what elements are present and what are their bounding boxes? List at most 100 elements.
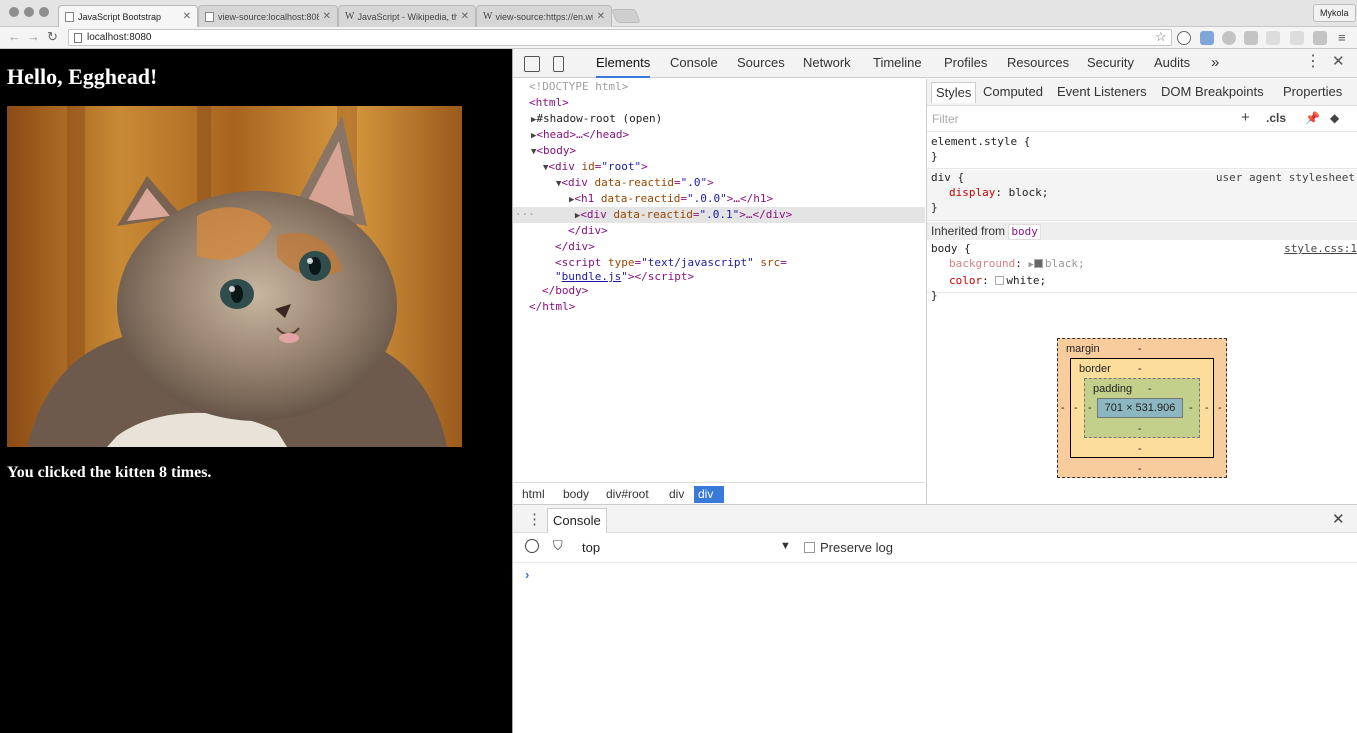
bookmark-star-icon[interactable]: ☆ bbox=[1155, 29, 1167, 45]
tab-console[interactable]: Console bbox=[670, 49, 718, 78]
dom-selected-div[interactable]: ··· ▶<div data-reactid=".0.1">…</div> bbox=[513, 207, 925, 223]
div-rule[interactable]: div { user agent stylesheet display: blo… bbox=[927, 170, 1357, 221]
reload-icon[interactable]: ↻ bbox=[47, 30, 58, 44]
dom-h1[interactable]: ▶<h1 data-reactid=".0.0">…</h1> bbox=[569, 191, 773, 207]
close-window-icon[interactable] bbox=[9, 7, 19, 17]
context-dropdown-icon[interactable]: ▼ bbox=[780, 540, 791, 552]
dom-root-div[interactable]: ▼<div id="root"> bbox=[543, 159, 648, 175]
breadcrumb-html[interactable]: html bbox=[518, 486, 549, 503]
device-mode-icon[interactable] bbox=[553, 56, 564, 72]
console-prompt[interactable]: › bbox=[525, 567, 529, 582]
customize-menu-icon[interactable]: ⋮ bbox=[1305, 54, 1321, 70]
menu-icon[interactable]: ≡ bbox=[1338, 31, 1346, 44]
zoom-window-icon[interactable] bbox=[39, 7, 49, 17]
close-devtools-icon[interactable]: ✕ bbox=[1332, 54, 1345, 70]
close-tab-icon[interactable]: ✕ bbox=[461, 11, 469, 22]
border-bottom-value: - bbox=[1138, 443, 1142, 455]
styles-filter-input[interactable]: Filter bbox=[932, 112, 959, 126]
extension-icon[interactable] bbox=[1266, 31, 1280, 45]
tab-audits[interactable]: Audits bbox=[1154, 49, 1190, 78]
breadcrumb-div-selected[interactable]: div bbox=[694, 486, 724, 503]
inspect-element-icon[interactable] bbox=[524, 56, 540, 72]
console-drawer: ⋮ Console ✕ ⛉ top ▼ Preserve log › bbox=[513, 504, 1357, 733]
tab-computed[interactable]: Computed bbox=[979, 82, 1047, 103]
close-tab-icon[interactable]: ✕ bbox=[183, 11, 191, 22]
inherited-from-header: Inherited from body bbox=[927, 222, 1357, 240]
pin-icon[interactable]: 📌 bbox=[1305, 111, 1320, 125]
color-swatch[interactable] bbox=[1033, 259, 1043, 268]
dom-inner-div[interactable]: ▼<div data-reactid=".0"> bbox=[556, 175, 714, 191]
back-icon[interactable]: ← bbox=[8, 30, 21, 44]
filter-icon[interactable]: ⛉ bbox=[553, 538, 563, 554]
close-tab-icon[interactable]: ✕ bbox=[323, 11, 331, 22]
new-tab-button[interactable] bbox=[611, 9, 641, 23]
style-css-link[interactable]: style.css:1 bbox=[1284, 241, 1357, 256]
dom-head[interactable]: ▶<head>…</head> bbox=[531, 127, 629, 143]
tab-elements[interactable]: Elements bbox=[596, 49, 651, 78]
drawer-menu-icon[interactable]: ⋮ bbox=[527, 510, 542, 528]
breadcrumb: html body div#root div div bbox=[513, 482, 925, 504]
drawer-tab-console[interactable]: Console bbox=[547, 508, 607, 533]
extension-icon[interactable] bbox=[1244, 31, 1258, 45]
inherited-tag-link[interactable]: body bbox=[1008, 224, 1041, 240]
dom-root-div-close[interactable]: </div> bbox=[555, 239, 595, 255]
tab-profiles[interactable]: Profiles bbox=[944, 49, 987, 78]
tab-resources[interactable]: Resources bbox=[1007, 49, 1069, 78]
tab-event-listeners[interactable]: Event Listeners bbox=[1053, 82, 1151, 103]
more-tabs-icon[interactable]: » bbox=[1211, 49, 1219, 78]
bundle-js-link[interactable]: bundle.js bbox=[562, 270, 622, 283]
breadcrumb-div-root[interactable]: div#root bbox=[602, 486, 653, 503]
browser-tab[interactable]: W view-source:https://en.wiki ✕ bbox=[476, 5, 612, 27]
browser-tab[interactable]: view-source:localhost:808 ✕ bbox=[198, 5, 338, 27]
close-drawer-icon[interactable]: ✕ bbox=[1332, 510, 1345, 528]
toggle-element-state-icon[interactable]: ◆ bbox=[1330, 111, 1339, 125]
dom-html-open[interactable]: <html> bbox=[529, 95, 569, 111]
tab-dom-breakpoints[interactable]: DOM Breakpoints bbox=[1157, 82, 1268, 103]
new-style-rule-icon[interactable]: + bbox=[1241, 109, 1250, 126]
extension-icon[interactable] bbox=[1222, 31, 1236, 45]
tab-security[interactable]: Security bbox=[1087, 49, 1134, 78]
element-style-rule[interactable]: element.style { } bbox=[927, 134, 1357, 169]
box-model-content-size[interactable]: 701 × 531.906 bbox=[1097, 398, 1183, 418]
close-tab-icon[interactable]: ✕ bbox=[597, 11, 605, 22]
cls-toggle[interactable]: .cls bbox=[1266, 111, 1286, 125]
color-swatch[interactable] bbox=[995, 276, 1005, 285]
address-bar[interactable]: localhost:8080 bbox=[68, 29, 1172, 46]
dom-html-close[interactable]: </html> bbox=[529, 299, 575, 315]
info-icon[interactable] bbox=[1177, 31, 1191, 45]
kitten-image[interactable] bbox=[7, 106, 462, 447]
breadcrumb-body[interactable]: body bbox=[559, 486, 593, 503]
body-rule[interactable]: body { style.css:1 background: ▶ black; c… bbox=[927, 241, 1357, 302]
breadcrumb-div[interactable]: div bbox=[665, 486, 688, 503]
profile-button[interactable]: Mykola bbox=[1313, 4, 1356, 22]
css-property: color bbox=[949, 274, 983, 287]
styles-tabbar: Styles Computed Event Listeners DOM Brea… bbox=[927, 79, 1357, 106]
context-selector[interactable]: top bbox=[582, 540, 600, 555]
dom-doctype[interactable]: <!DOCTYPE html> bbox=[529, 79, 628, 95]
tab-sources[interactable]: Sources bbox=[737, 49, 785, 78]
tab-timeline[interactable]: Timeline bbox=[873, 49, 922, 78]
margin-top-value: - bbox=[1138, 343, 1142, 355]
browser-tab[interactable]: W JavaScript - Wikipedia, the ✕ bbox=[338, 5, 476, 27]
tab-styles[interactable]: Styles bbox=[931, 82, 977, 103]
dom-inner-div-close[interactable]: </div> bbox=[568, 223, 608, 239]
preserve-log-checkbox[interactable] bbox=[804, 542, 815, 553]
minimize-window-icon[interactable] bbox=[24, 7, 34, 17]
extension-icon[interactable] bbox=[1313, 31, 1327, 45]
extension-icon[interactable] bbox=[1290, 31, 1304, 45]
dom-tree: <!DOCTYPE html> <html> ▶#shadow-root (op… bbox=[513, 79, 925, 482]
dom-body-close[interactable]: </body> bbox=[542, 283, 588, 299]
dom-body[interactable]: ▼<body> bbox=[531, 143, 576, 159]
tab-network[interactable]: Network bbox=[803, 49, 851, 78]
extension-icon[interactable] bbox=[1200, 31, 1214, 45]
browser-tab-active[interactable]: JavaScript Bootstrap ✕ bbox=[58, 5, 198, 27]
dom-shadow-root[interactable]: ▶#shadow-root (open) bbox=[531, 111, 662, 127]
clear-console-icon[interactable] bbox=[525, 539, 539, 553]
css-property: display bbox=[949, 186, 996, 199]
rule-close-brace: } bbox=[931, 150, 938, 163]
rule-origin[interactable]: user agent stylesheet bbox=[1216, 170, 1355, 185]
devtools-tabbar: Elements Console Sources Network Timelin… bbox=[513, 49, 1357, 78]
tab-properties[interactable]: Properties bbox=[1279, 82, 1346, 103]
forward-icon[interactable]: → bbox=[27, 30, 40, 44]
root-div-value: "root" bbox=[601, 160, 642, 173]
